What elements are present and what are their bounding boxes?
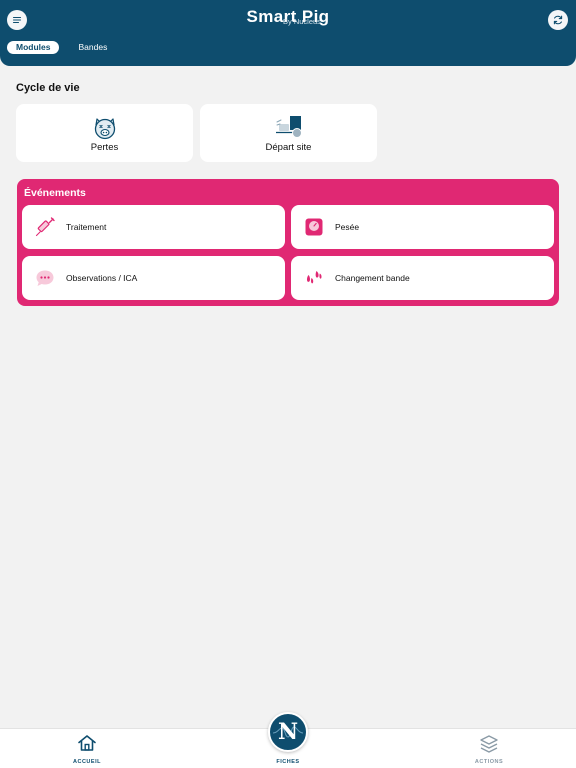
card-observations-ica[interactable]: Observations / ICA [22,256,285,300]
tab-modules[interactable]: Modules [7,41,60,54]
card-traitement-label: Traitement [66,222,107,232]
scale-icon [305,218,323,236]
truck-departure-icon [275,116,302,138]
nav-fiches-label: FICHES [276,759,300,765]
pig-face-icon [94,118,115,140]
card-depart-site[interactable]: Départ site [200,104,377,162]
card-changement-bande[interactable]: Changement bande [291,256,554,300]
card-pesee-label: Pesée [335,222,360,232]
card-pesee[interactable]: Pesée [291,205,554,249]
card-traitement[interactable]: Traitement [22,205,285,249]
tab-bar: Modules Bandes [7,41,116,54]
section-title-events: Événements [24,187,86,199]
card-depart-site-label: Départ site [265,142,312,153]
home-icon [78,735,96,751]
syringe-icon [35,217,55,237]
nav-accueil-label: ACCUEIL [73,759,101,765]
hooves-icon [306,271,322,284]
layers-icon [480,735,498,753]
fiches-logo-letter: N [277,719,299,745]
card-observations-ica-label: Observations / ICA [66,273,138,283]
card-changement-bande-label: Changement bande [335,273,410,283]
card-pertes[interactable]: Pertes [16,104,193,162]
app-header: Smart Pig By Nucleus Modules Bandes [0,0,576,66]
nav-actions[interactable]: ACTIONS [449,729,529,768]
sync-button[interactable] [548,10,568,30]
section-title-cycle: Cycle de vie [16,82,80,94]
nav-accueil[interactable]: ACCUEIL [47,729,127,768]
tab-bandes[interactable]: Bandes [69,41,116,54]
sync-icon [553,15,563,25]
nav-actions-label: ACTIONS [474,759,504,765]
fiches-button[interactable]: N [268,712,308,752]
app-subtitle: By Nucleus [283,17,321,26]
chat-bubble-icon [36,270,54,286]
card-pertes-label: Pertes [90,142,119,153]
events-panel: Événements Traitement Pesée Observations… [17,179,559,306]
